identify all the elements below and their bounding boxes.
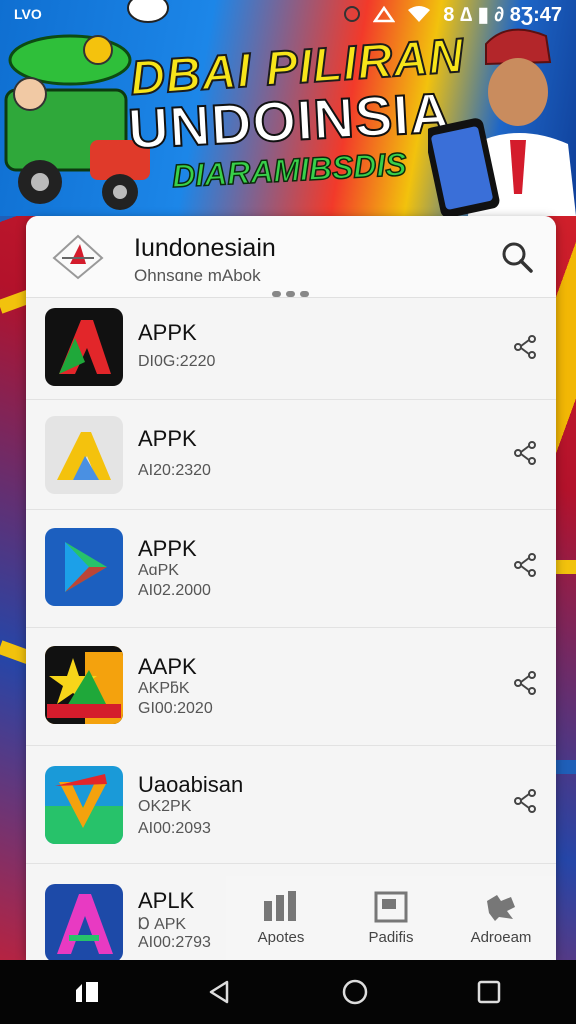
tab-label: Adroeam [470,928,532,946]
list-item[interactable]: AAPK AKPƃK GI00:2020 [26,628,556,746]
document-icon [374,891,408,922]
share-icon[interactable] [512,440,538,466]
puzzle-icon [487,894,515,921]
overview-icon[interactable] [476,979,502,1005]
list-item[interactable]: APPK DI0G:2220 [26,298,556,400]
yellow-a-icon [45,416,123,494]
sync-icon [344,6,361,22]
status-bar: LVO 8 ∆ ▮ ∂ 8Ʒ:47 [0,0,576,28]
search-icon[interactable] [500,240,534,274]
tab-label: Apotes [257,928,305,946]
app-subtitle: AɑPK [138,562,179,579]
tab-adroeam[interactable]: Adroeam [446,876,556,960]
tab-apotes[interactable]: Apotes [226,876,336,960]
app-date: AI00:2093 [138,820,211,837]
bg-stripe [556,560,576,574]
page-title: Iundonesiain [134,234,276,262]
app-subtitle: Ɒ APK [138,916,187,933]
share-icon[interactable] [512,670,538,696]
share-icon[interactable] [512,334,538,360]
page-indicator [272,291,309,297]
list-item[interactable]: Uaoabisan OK2PK AI00:2093 [26,746,556,864]
app-date: AI20:2320 [138,462,211,479]
list-item[interactable]: APPK AɑPK AI02.2000 [26,510,556,628]
bg-stripe [556,760,576,774]
app-date: AI00:2793 [138,934,211,951]
page-subtitle: Ohnsɑne mAbok [134,266,261,285]
card-header: Iundonesiain Ohnsɑne mAbok [26,216,556,298]
home-icon[interactable] [341,978,369,1006]
list-item[interactable]: APPK AI20:2320 [26,400,556,510]
status-time: 8 ∆ ▮ ∂ 8Ʒ:47 [443,3,562,26]
red-green-a-icon [45,308,123,386]
app-date: DI0G:2220 [138,353,216,370]
brand-logo-icon [52,234,104,280]
app-name: Uaoabisan [138,772,244,797]
v-logo-icon [45,766,123,844]
app-name: APPK [138,536,197,561]
bottom-tab-bar: Apotes Padifis Adroeam [226,876,556,960]
colorful-a-icon [45,884,123,960]
app-name: APPK [138,426,197,451]
app-date: AI02.2000 [138,582,211,599]
app-name: APPK [138,320,197,345]
system-nav-bar [0,960,576,1024]
app-date: GI00:2020 [138,700,213,717]
wifi-icon [408,6,431,22]
app-subtitle: AKPƃK [138,680,190,697]
back-icon[interactable] [207,979,233,1005]
person-with-phone-illustration [428,28,576,216]
share-icon[interactable] [512,788,538,814]
app-name: APLK [138,888,195,913]
app-list-card: Iundonesiain Ohnsɑne mAbok APPK DI0G:222… [26,216,556,960]
play-triangle-icon [45,528,123,606]
chart-icon [264,890,296,921]
app-name: AAPK [138,654,197,679]
tab-label: Padifis [368,928,414,946]
recents-menu-icon[interactable] [74,980,100,1004]
status-left-text: LVO [14,6,42,22]
tab-padifis[interactable]: Padifis [336,876,446,960]
app-subtitle: OK2PK [138,798,192,815]
share-icon[interactable] [512,552,538,578]
cast-icon [373,5,396,23]
star-badge-icon [45,646,123,724]
promo-banner[interactable]: DBAI PILIRAN UNDOINSIA DIARAMIBSDIS [0,0,576,216]
